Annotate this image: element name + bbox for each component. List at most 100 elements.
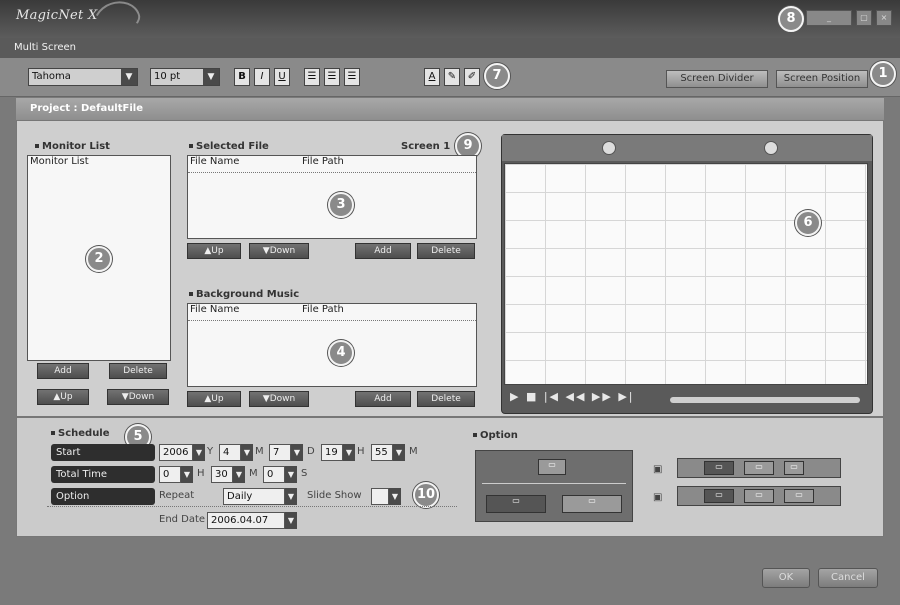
spin-icon[interactable]: ▼ — [343, 444, 355, 461]
callout-badge-3: 3 — [328, 192, 354, 218]
spin-icon[interactable]: ▼ — [393, 444, 405, 461]
start-day-field[interactable]: 7 — [269, 444, 291, 461]
callout-badge-10: 10 — [413, 482, 439, 508]
callout-badge-1: 1 — [870, 61, 896, 87]
align-center-icon[interactable]: ☰ — [324, 68, 340, 86]
preview-grid[interactable]: 6 — [504, 163, 868, 385]
callout-badge-6: 6 — [795, 210, 821, 236]
ok-button[interactable]: OK — [762, 568, 810, 588]
underline-button[interactable]: U — [274, 68, 290, 86]
background-music-table[interactable]: File Name File Path 4 — [187, 303, 477, 387]
music-down-button[interactable]: ▼Down — [249, 391, 309, 407]
monitor-list[interactable]: Monitor List 2 — [27, 155, 171, 361]
day-unit: D — [307, 446, 315, 457]
total-hour-field[interactable]: 0 — [159, 466, 181, 483]
screen-label: Screen 1 — [401, 141, 451, 152]
start-minute-field[interactable]: 55 — [371, 444, 393, 461]
font-color-icon[interactable]: A — [424, 68, 440, 86]
option-2-c[interactable]: ▭ — [784, 489, 814, 503]
file-add-button[interactable]: Add — [355, 243, 411, 259]
italic-button[interactable]: I — [254, 68, 270, 86]
music-delete-button[interactable]: Delete — [417, 391, 475, 407]
repeat-select[interactable]: Daily — [223, 488, 285, 505]
toolbar: Tahoma ▼ 10 pt ▼ B I U ☰ ☰ ☰ A ✎ ✐ 7 Scr… — [0, 58, 900, 97]
file-down-button[interactable]: ▼Down — [249, 243, 309, 259]
logo-swirl-icon — [87, 0, 145, 44]
app-logo: MagicNet X — [16, 8, 98, 23]
option-1-c[interactable]: ▭ — [784, 461, 804, 475]
col-file-name: File Name — [190, 156, 240, 167]
callout-badge-7: 7 — [484, 63, 510, 89]
option-row-2-icon: ▣ — [653, 492, 663, 503]
option-1-a[interactable]: ▭ — [704, 461, 734, 475]
start-year-field[interactable]: 2006 — [159, 444, 193, 461]
chevron-down-icon[interactable]: ▼ — [389, 488, 401, 505]
layout-right-cell[interactable]: ▭ — [562, 495, 622, 513]
option-2-b[interactable]: ▭ — [744, 489, 774, 503]
option-row-2[interactable]: ▭ ▭ ▭ — [677, 486, 841, 506]
spin-icon[interactable]: ▼ — [285, 466, 297, 483]
music-add-button[interactable]: Add — [355, 391, 411, 407]
end-date-field[interactable]: 2006.04.07 — [207, 512, 285, 529]
option-2-a[interactable]: ▭ — [704, 489, 734, 503]
selected-file-table[interactable]: File Name File Path 3 — [187, 155, 477, 239]
total-second-field[interactable]: 0 — [263, 466, 285, 483]
fill-color-icon[interactable]: ✎ — [444, 68, 460, 86]
start-label: Start — [51, 444, 155, 461]
start-month-field[interactable]: 4 — [219, 444, 241, 461]
music-up-button[interactable]: ▲Up — [187, 391, 241, 407]
monitor-add-button[interactable]: Add — [37, 363, 89, 379]
option-row-1[interactable]: ▭ ▭ ▭ — [677, 458, 841, 478]
line-color-icon[interactable]: ✐ — [464, 68, 480, 86]
spin-icon[interactable]: ▼ — [241, 444, 253, 461]
align-left-icon[interactable]: ☰ — [304, 68, 320, 86]
spin-icon[interactable]: ▼ — [233, 466, 245, 483]
playback-seek-bar[interactable] — [670, 397, 860, 403]
repeat-label: Repeat — [159, 490, 195, 501]
title-bar: MagicNet X _ ▢ × 8 — [0, 0, 900, 44]
preview-marker-right[interactable] — [764, 141, 778, 155]
end-date-label: End Date — [159, 514, 206, 525]
layout-left-cell[interactable]: ▭ — [486, 495, 546, 513]
total-minute-unit: M — [249, 468, 258, 479]
option-row-1-icon: ▣ — [653, 464, 663, 475]
cancel-button[interactable]: Cancel — [818, 568, 878, 588]
minimize-button[interactable]: _ — [806, 10, 852, 26]
spin-icon[interactable]: ▼ — [291, 444, 303, 461]
preview-marker-left[interactable] — [602, 141, 616, 155]
close-button[interactable]: × — [876, 10, 892, 26]
screen-position-button[interactable]: Screen Position — [776, 70, 868, 88]
monitor-up-button[interactable]: ▲Up — [37, 389, 89, 405]
align-right-icon[interactable]: ☰ — [344, 68, 360, 86]
file-up-button[interactable]: ▲Up — [187, 243, 241, 259]
option-1-b[interactable]: ▭ — [744, 461, 774, 475]
font-size-select[interactable]: 10 pt ▼ — [150, 68, 220, 86]
preview-header — [502, 135, 872, 161]
spin-icon[interactable]: ▼ — [181, 466, 193, 483]
chevron-down-icon[interactable]: ▼ — [285, 488, 297, 505]
spin-icon[interactable]: ▼ — [193, 444, 205, 461]
col-file-name: File Name — [190, 304, 240, 315]
divider — [47, 506, 457, 507]
background-music-title: Background Music — [189, 289, 299, 300]
file-delete-button[interactable]: Delete — [417, 243, 475, 259]
maximize-button[interactable]: ▢ — [856, 10, 872, 26]
col-file-path: File Path — [302, 304, 344, 315]
layout-top-cell[interactable]: ▭ — [538, 459, 566, 475]
font-select[interactable]: Tahoma ▼ — [28, 68, 138, 86]
playback-controls[interactable]: ▶ ■ |◀ ◀◀ ▶▶ ▶| — [510, 390, 635, 403]
chevron-down-icon[interactable]: ▼ — [285, 512, 297, 529]
schedule-panel: Schedule 5 Start 2006 ▼ Y 4 ▼ M 7 ▼ D 19… — [16, 417, 884, 537]
year-unit: Y — [207, 446, 214, 457]
main-panel: Monitor List Monitor List 2 Add Delete ▲… — [16, 120, 884, 417]
screen-divider-button[interactable]: Screen Divider — [666, 70, 768, 88]
slide-show-select[interactable] — [371, 488, 389, 505]
monitor-down-button[interactable]: ▼Down — [107, 389, 169, 405]
total-minute-field[interactable]: 30 — [211, 466, 233, 483]
callout-badge-8: 8 — [778, 6, 804, 32]
bold-button[interactable]: B — [234, 68, 250, 86]
start-hour-field[interactable]: 19 — [321, 444, 343, 461]
total-second-unit: S — [301, 468, 308, 479]
col-file-path: File Path — [302, 156, 344, 167]
monitor-delete-button[interactable]: Delete — [109, 363, 167, 379]
